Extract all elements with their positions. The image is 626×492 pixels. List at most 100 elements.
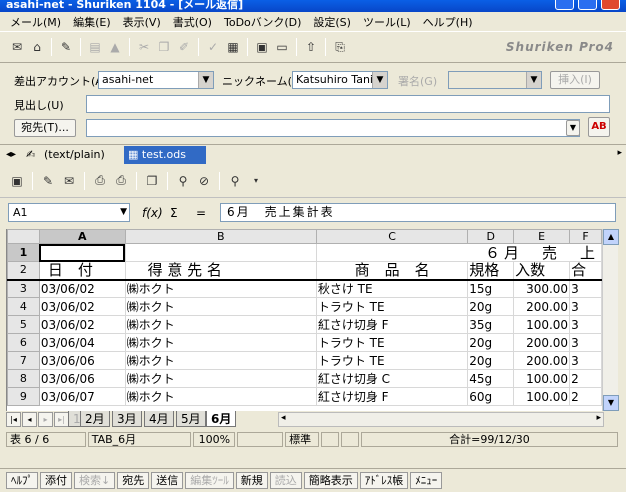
simple-view-button[interactable]: 簡略表示 [303,472,358,489]
scroll-down-icon[interactable]: ▼ [603,395,619,411]
row-header[interactable]: 6 [7,333,40,352]
navigator-icon[interactable]: ⊘ [195,172,213,190]
f-cell[interactable]: 3 [569,315,602,334]
menu-format[interactable]: 書式(O) [167,14,218,30]
find-icon[interactable]: ⚲ [174,172,192,190]
date-cell[interactable]: 03/06/04 [38,333,126,352]
vertical-scrollbar[interactable]: ▲ ▼ [602,229,619,411]
f-cell[interactable]: 2 [569,387,602,406]
prev-sheet-icon[interactable]: ◂ [22,412,37,427]
edit-file-icon[interactable]: ✎ [39,172,57,190]
equals-icon[interactable]: = [196,206,206,220]
header-product[interactable]: 商 品 名 [315,261,469,281]
window-icon[interactable]: ▭ [273,38,291,56]
address-book-button[interactable]: ｱﾄﾞﾚｽ帳 [359,472,409,489]
header-total[interactable]: 合 [569,261,602,281]
row-header[interactable]: 9 [7,387,40,406]
last-sheet-icon[interactable]: ▸| [54,412,69,427]
date-cell[interactable]: 03/06/02 [38,279,126,298]
load-button[interactable]: 読込 [269,472,302,489]
formula-input[interactable]: 6月 売上集計表 [220,203,616,222]
cell-a1[interactable] [38,243,126,262]
scroll-left-icon[interactable]: ◂ [281,413,286,423]
column-header[interactable]: B [124,229,317,244]
customer-cell[interactable]: ㈱ホクト [124,333,317,352]
qty-cell[interactable]: 200.00 [513,351,571,370]
sheet-tab-4[interactable]: 4月 [144,411,174,427]
customer-cell[interactable]: ㈱ホクト [124,387,317,406]
date-cell[interactable]: 03/06/06 [38,351,126,370]
scroll-right-icon[interactable]: ▸ [596,413,601,423]
maximize-button[interactable] [578,0,597,10]
column-header[interactable]: A [38,229,126,244]
minimize-button[interactable] [555,0,574,10]
row-header[interactable]: 1 [7,243,40,262]
date-cell[interactable]: 03/06/02 [38,297,126,316]
attach-button[interactable]: 添付 [40,472,72,489]
zoom-icon[interactable]: ⚲ [226,172,244,190]
cell[interactable] [124,243,317,262]
cut-icon[interactable]: ✂ [135,38,153,56]
toolbar-overflow-icon[interactable]: ▾ [247,172,265,190]
attach-icon[interactable]: ⎘ [331,38,349,56]
spec-cell[interactable]: 20g [467,351,515,370]
sheet-grid[interactable]: A B C D E F 1 ６月 売 上 集 2 日 付 得 意 先 名 商 品… [6,229,602,411]
help-button[interactable]: ﾍﾙﾌﾟ [6,472,38,489]
header-spec[interactable]: 規格 [467,261,515,281]
sheet-tab-6[interactable]: 6月 [206,411,237,427]
spec-cell[interactable]: 45g [467,369,515,388]
send-button[interactable]: 送信 [151,472,184,489]
horizontal-scrollbar[interactable]: ◂ ▸ [278,412,604,427]
next-sheet-icon[interactable]: ▸ [38,412,53,427]
new-button[interactable]: 新規 [235,472,268,489]
first-sheet-icon[interactable]: |◂ [6,412,21,427]
menu-edit[interactable]: 編集(E) [67,14,117,30]
qty-cell[interactable]: 100.00 [513,387,571,406]
customer-cell[interactable]: ㈱ホクト [124,351,317,370]
sheet-tab-5[interactable]: 5月 [176,411,206,427]
menu-view[interactable]: 表示(V) [117,14,167,30]
page-style[interactable]: TAB_6月 [87,432,192,447]
customer-cell[interactable]: ㈱ホクト [124,279,317,298]
zoom-level[interactable]: 100% [193,432,236,447]
copy-icon[interactable]: ❐ [143,172,161,190]
header-customer[interactable]: 得 意 先 名 [124,261,317,281]
insert-mode[interactable]: 標準 [285,432,320,447]
customer-cell[interactable]: ㈱ホクト [124,315,317,334]
name-box[interactable]: A1 ▼ [8,203,130,222]
spec-cell[interactable]: 15g [467,279,515,298]
spell-check-button[interactable]: AB [588,117,610,137]
product-cell[interactable]: 紅さけ切身 F [315,387,469,406]
f-cell[interactable]: 2 [569,369,602,388]
date-cell[interactable]: 03/06/02 [38,315,126,334]
row-header[interactable]: 7 [7,351,40,370]
upload-icon[interactable]: ⇧ [302,38,320,56]
subject-input[interactable] [86,95,610,113]
row-header[interactable]: 5 [7,315,40,334]
menu-tools[interactable]: ツール(L) [357,14,417,30]
insert-button[interactable]: 挿入(I) [550,71,600,89]
f-cell[interactable]: 3 [569,333,602,352]
qty-cell[interactable]: 200.00 [513,297,571,316]
column-header[interactable]: D [467,229,515,244]
home-icon[interactable]: ⌂ [28,38,46,56]
pen-icon[interactable]: ✐ [175,38,193,56]
close-button[interactable] [601,0,620,10]
product-cell[interactable]: トラウト TE [315,333,469,352]
function-wizard-icon[interactable]: f(x) [142,206,163,220]
nav-arrows-icon[interactable]: ◂▸ [6,149,16,160]
chevron-right-icon[interactable]: ▸ [617,148,622,158]
column-header[interactable]: C [315,229,469,244]
print-icon[interactable]: ⎙ [112,172,130,190]
sheet-title[interactable]: ６月 売 上 集 [315,243,602,262]
row-header[interactable]: 3 [7,279,40,298]
product-cell[interactable]: トラウト TE [315,297,469,316]
ods-attachment-tab[interactable]: ▦ test.ods [124,146,206,164]
to-input[interactable] [86,119,580,137]
stamp-icon[interactable]: ▲ [106,38,124,56]
sum-icon[interactable]: Σ [170,206,178,220]
row-header[interactable]: 8 [7,369,40,388]
qty-cell[interactable]: 300.00 [513,279,571,298]
product-cell[interactable]: 秋さけ TE [315,279,469,298]
picture-icon[interactable]: ▣ [253,38,271,56]
